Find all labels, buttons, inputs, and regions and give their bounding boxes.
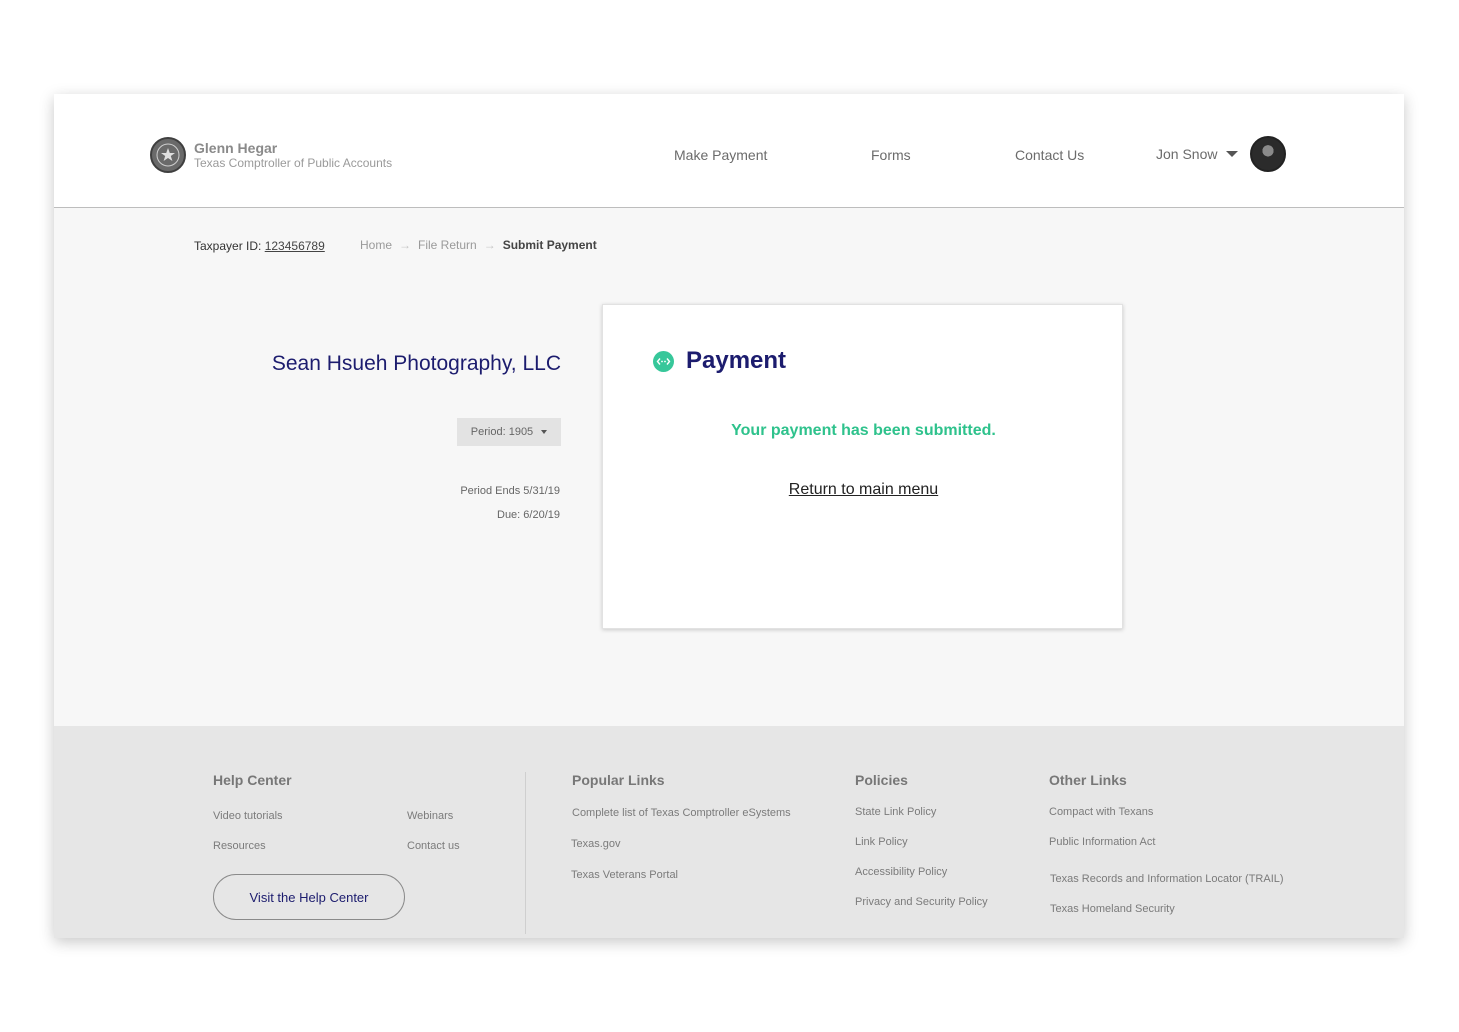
footer-link-link-policy[interactable]: Link Policy xyxy=(855,836,908,848)
period-ends: Period Ends 5/31/19 xyxy=(460,485,560,497)
due-date: Due: 6/20/19 xyxy=(497,509,560,521)
breadcrumb-current: Submit Payment xyxy=(502,238,597,252)
brand-subtitle: Texas Comptroller of Public Accounts xyxy=(194,156,393,170)
footer-policies-title: Policies xyxy=(855,772,908,788)
footer-link-compact-with-texans[interactable]: Compact with Texans xyxy=(1049,806,1153,818)
period-label: Period: 1905 xyxy=(470,426,534,438)
footer-link-privacy-policy[interactable]: Privacy and Security Policy xyxy=(855,896,988,908)
taxpayer-label: Taxpayer ID: xyxy=(194,239,262,253)
nav-forms[interactable]: Forms xyxy=(871,147,911,163)
breadcrumb-home[interactable]: Home xyxy=(360,238,392,252)
footer-link-video-tutorials[interactable]: Video tutorials xyxy=(213,810,283,822)
footer-link-homeland-security[interactable]: Texas Homeland Security xyxy=(1050,903,1175,915)
user-menu[interactable]: Jon Snow xyxy=(1156,146,1239,162)
payment-card: Payment Your payment has been submitted.… xyxy=(602,304,1123,629)
footer-link-esystems[interactable]: Complete list of Texas Comptroller eSyst… xyxy=(572,807,791,819)
footer-link-resources[interactable]: Resources xyxy=(213,840,266,852)
brand[interactable]: Glenn Hegar Texas Comptroller of Public … xyxy=(150,137,392,173)
footer-link-texas-gov[interactable]: Texas.gov xyxy=(571,838,621,850)
footer-link-public-information-act[interactable]: Public Information Act xyxy=(1049,836,1155,848)
nav-contact-us[interactable]: Contact Us xyxy=(1015,147,1084,163)
footer-help-center-title: Help Center xyxy=(213,772,292,788)
company-name: Sean Hsueh Photography, LLC xyxy=(271,352,561,375)
taxpayer-id: Taxpayer ID: 123456789 xyxy=(194,239,325,253)
site-header: Glenn Hegar Texas Comptroller of Public … xyxy=(54,94,1404,208)
user-name: Jon Snow xyxy=(1156,146,1218,162)
period-dropdown[interactable]: Period: 1905 xyxy=(457,418,561,446)
footer-link-accessibility-policy[interactable]: Accessibility Policy xyxy=(855,866,947,878)
footer-link-veterans-portal[interactable]: Texas Veterans Portal xyxy=(571,869,678,881)
avatar[interactable] xyxy=(1250,136,1286,172)
footer-link-webinars[interactable]: Webinars xyxy=(407,810,453,822)
footer-link-state-link-policy[interactable]: State Link Policy xyxy=(855,806,936,818)
breadcrumb-file-return[interactable]: File Return xyxy=(418,238,477,252)
return-main-menu-link[interactable]: Return to main menu xyxy=(789,481,938,498)
card-title: Payment xyxy=(686,347,787,374)
brand-name: Glenn Hegar xyxy=(194,140,278,156)
footer-other-links-title: Other Links xyxy=(1049,772,1127,788)
visit-help-center-button[interactable]: Visit the Help Center xyxy=(213,874,405,920)
page-frame: Glenn Hegar Texas Comptroller of Public … xyxy=(54,94,1404,938)
arrow-right-icon: → xyxy=(399,238,412,252)
footer-popular-links-title: Popular Links xyxy=(572,772,665,788)
arrow-right-icon: → xyxy=(483,238,496,252)
footer-divider xyxy=(525,772,526,934)
chevron-down-icon xyxy=(1226,151,1239,157)
taxpayer-id-link[interactable]: 123456789 xyxy=(265,239,325,253)
state-seal-icon xyxy=(150,137,186,173)
breadcrumb: Home → File Return → Submit Payment xyxy=(360,238,597,252)
nav-make-payment[interactable]: Make Payment xyxy=(674,147,767,163)
payment-icon xyxy=(653,350,674,372)
footer-link-contact-us[interactable]: Contact us xyxy=(407,840,460,852)
site-footer: Help Center Video tutorials Webinars Res… xyxy=(54,726,1404,938)
chevron-down-icon xyxy=(541,430,548,434)
footer-link-trail[interactable]: Texas Records and Information Locator (T… xyxy=(1050,873,1284,885)
success-message: Your payment has been submitted. xyxy=(731,422,996,439)
